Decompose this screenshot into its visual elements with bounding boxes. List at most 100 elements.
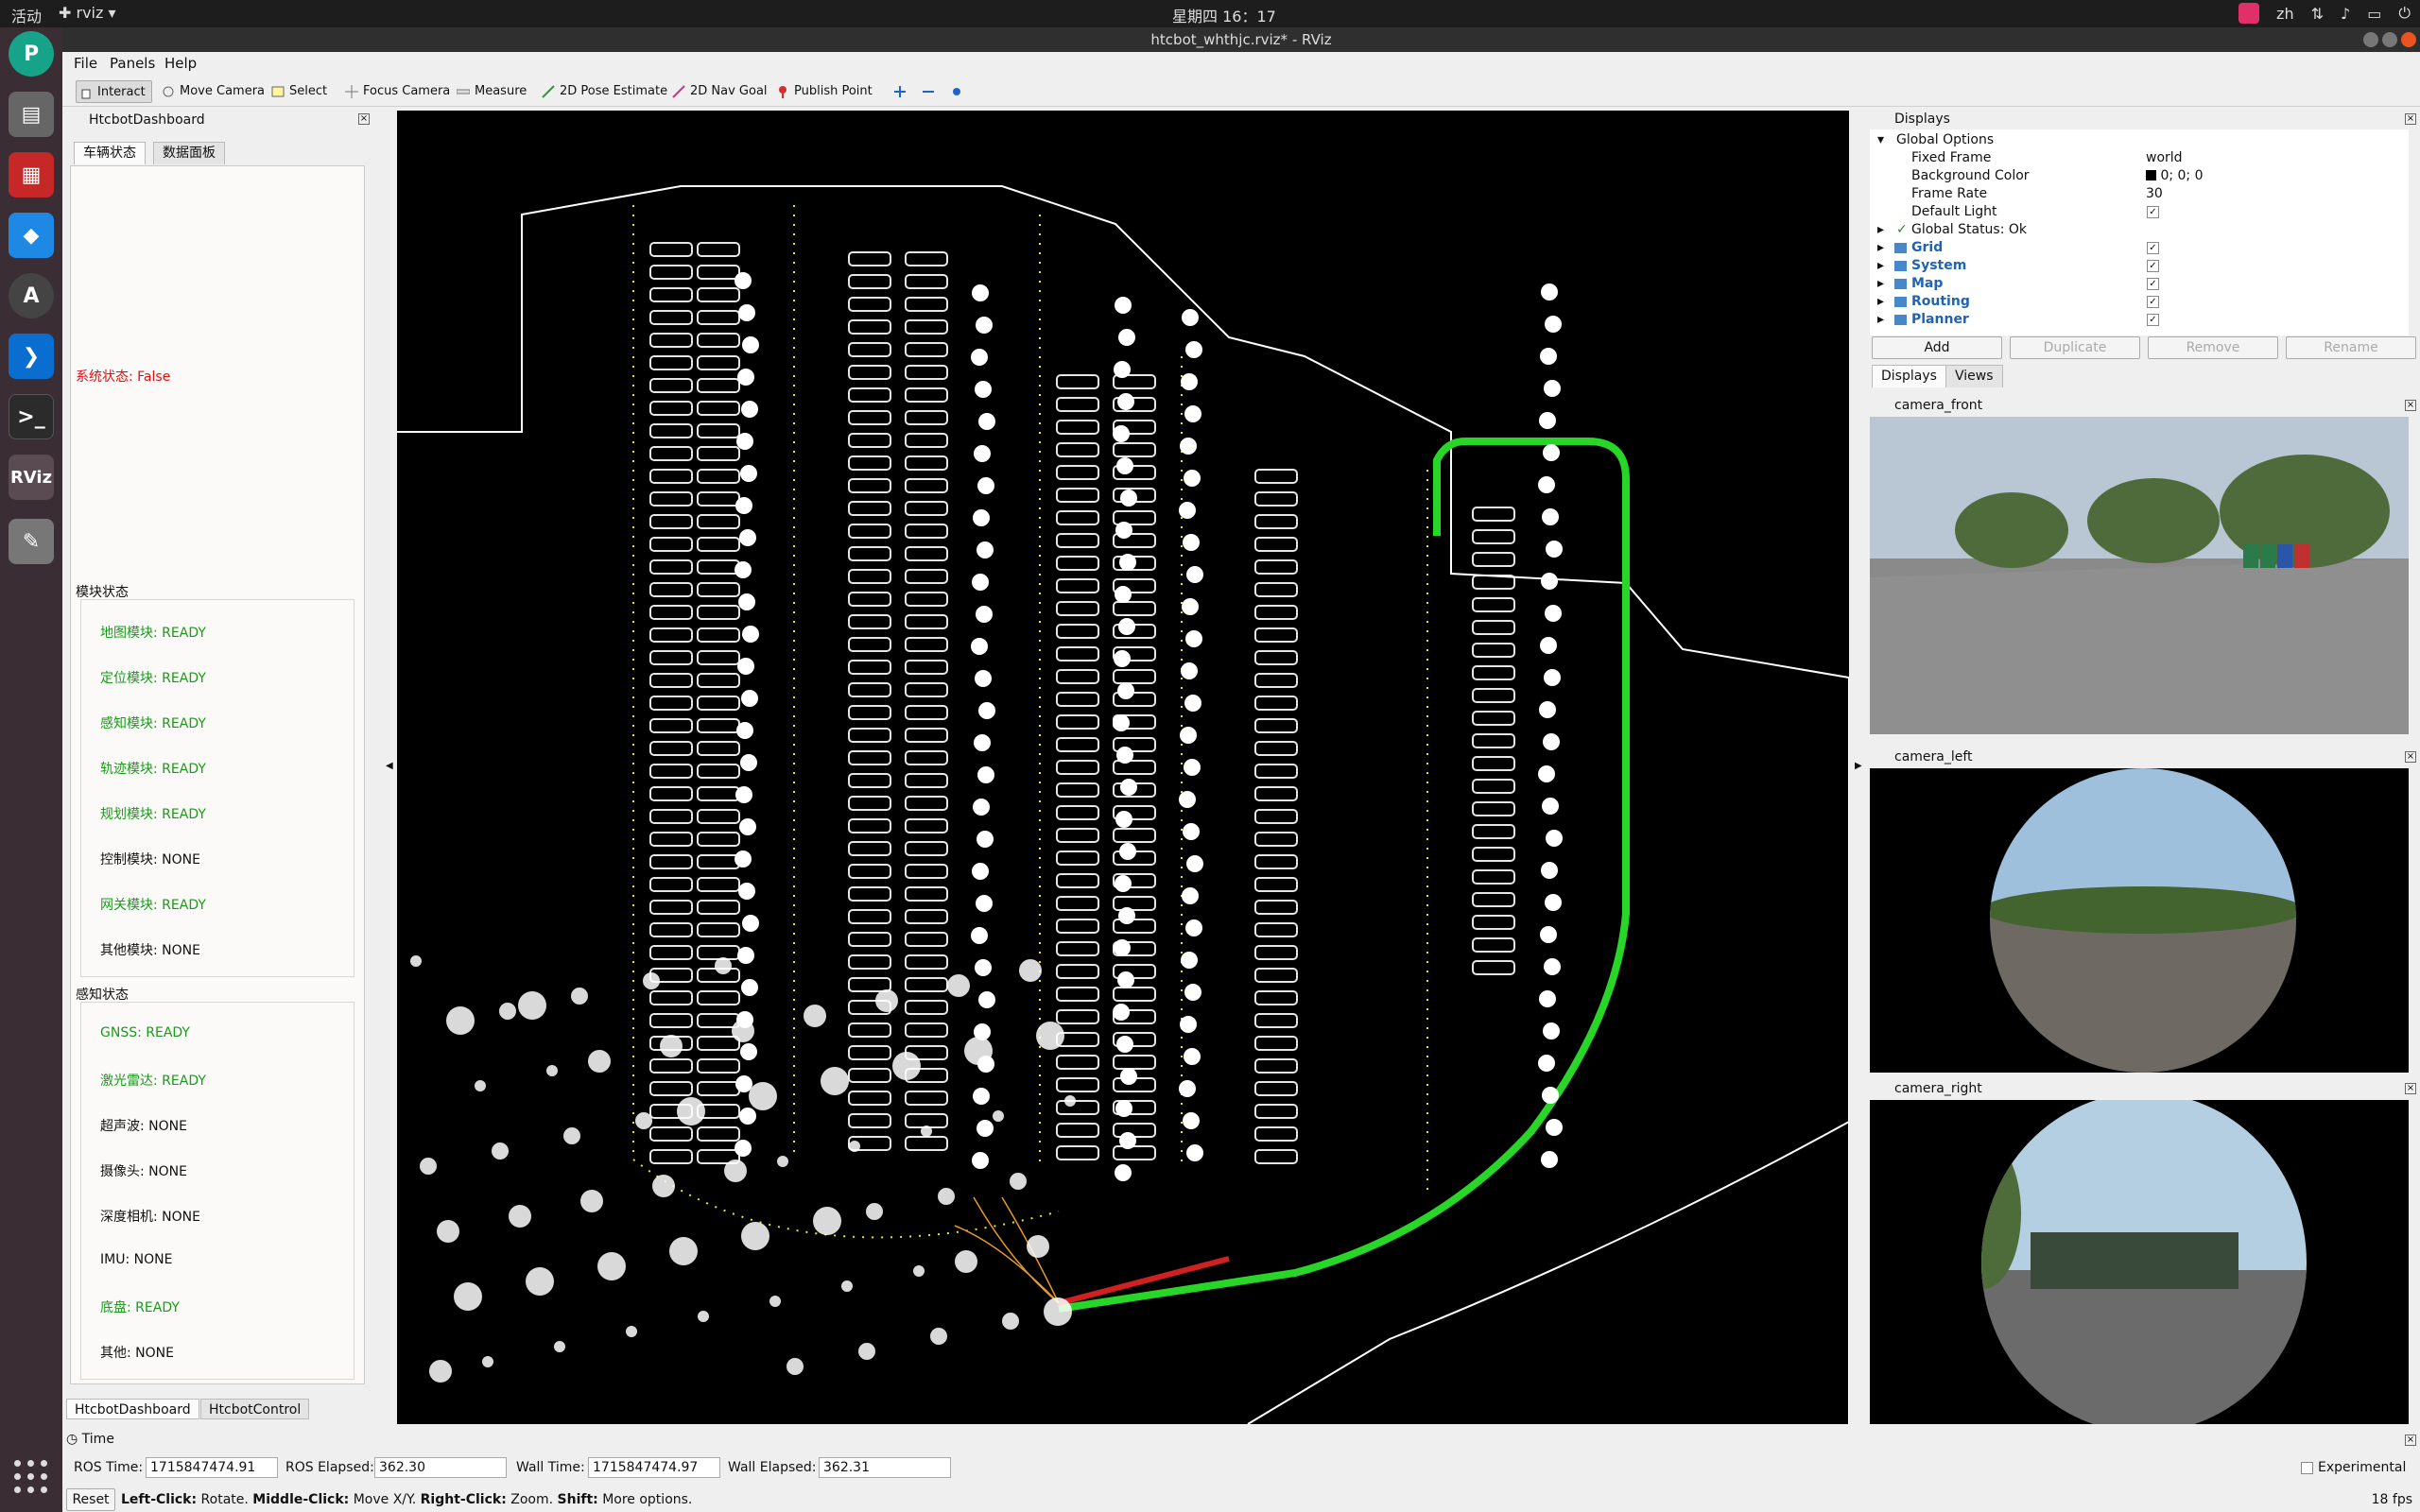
- measure-tool[interactable]: Measure: [454, 80, 532, 103]
- remove-tool-button[interactable]: [919, 80, 940, 103]
- ros-elapsed-field[interactable]: 362.30: [374, 1457, 507, 1478]
- global-status-row[interactable]: ▸ ✓ Global Status: Ok: [1870, 221, 2409, 239]
- rviz-dock-icon[interactable]: RViz: [9, 455, 54, 500]
- tree: [978, 991, 995, 1008]
- parked-car: [697, 741, 740, 756]
- panel-close-button[interactable]: ×: [358, 113, 370, 125]
- publish-point-tool[interactable]: Publish Point: [773, 80, 878, 103]
- tab-displays[interactable]: Displays: [1872, 365, 1946, 387]
- tree: [739, 529, 756, 546]
- vscode-icon[interactable]: ❯: [9, 334, 54, 379]
- power-icon[interactable]: ⏻: [2398, 4, 2411, 23]
- display-item-grid[interactable]: ▸ Grid ✓: [1870, 239, 2409, 257]
- wall-time-field[interactable]: 1715847474.97: [588, 1457, 720, 1478]
- camera-left-close-button[interactable]: ×: [2405, 751, 2416, 763]
- language-indicator[interactable]: zh: [2276, 5, 2294, 23]
- rename-display-button[interactable]: Rename: [2286, 336, 2416, 359]
- minimize-button[interactable]: [2363, 32, 2378, 47]
- module-group-title: 模块状态: [76, 585, 129, 600]
- maximize-button[interactable]: [2382, 32, 2397, 47]
- time-close-button[interactable]: ×: [2405, 1435, 2416, 1446]
- close-button[interactable]: [2401, 32, 2416, 47]
- pycharm-icon[interactable]: P: [9, 31, 54, 77]
- menu-panels[interactable]: Panels: [110, 55, 155, 72]
- tab-vehicle-status[interactable]: 车辆状态: [74, 142, 146, 164]
- display-item-map[interactable]: ▸ Map ✓: [1870, 275, 2409, 293]
- display-item-routing[interactable]: ▸ Routing ✓: [1870, 293, 2409, 311]
- tree: [973, 799, 990, 816]
- fixed-frame-value[interactable]: world: [2146, 149, 2183, 167]
- duplicate-display-button[interactable]: Duplicate: [2010, 336, 2140, 359]
- default-light-row[interactable]: Default Light ✓: [1870, 203, 2409, 221]
- app-menu[interactable]: ✚ rviz ▾: [59, 4, 116, 22]
- activities-button[interactable]: 活动: [11, 4, 42, 26]
- background-color-row[interactable]: Background Color 0; 0; 0: [1870, 167, 2409, 185]
- expand-arrow-icon[interactable]: ▾: [1877, 131, 1884, 149]
- clock[interactable]: 星期四 16：17: [1172, 4, 1276, 26]
- nav-goal-tool[interactable]: 2D Nav Goal: [669, 80, 773, 103]
- show-apps-icon[interactable]: [14, 1460, 48, 1494]
- display-item-checkbox[interactable]: ✓: [2147, 242, 2159, 254]
- select-tool[interactable]: Select: [268, 80, 333, 103]
- pose-estimate-label: 2D Pose Estimate: [560, 84, 668, 98]
- display-item-checkbox[interactable]: ✓: [2147, 278, 2159, 290]
- menu-help[interactable]: Help: [164, 55, 197, 72]
- remove-display-button[interactable]: Remove: [2148, 336, 2278, 359]
- volume-icon[interactable]: ♪: [2341, 5, 2350, 23]
- expand-arrow-icon[interactable]: ▸: [1877, 221, 1884, 239]
- text-editor-icon[interactable]: ✎: [9, 519, 54, 564]
- right-splitter[interactable]: ▶: [1849, 109, 1870, 1424]
- camera-front-close-button[interactable]: ×: [2405, 400, 2416, 411]
- render-viewport[interactable]: [397, 111, 1849, 1424]
- pose-estimate-tool[interactable]: 2D Pose Estimate: [539, 80, 673, 103]
- ros-time-field[interactable]: 1715847474.91: [146, 1457, 278, 1478]
- parked-car: [1056, 510, 1099, 525]
- software-updater-icon[interactable]: A: [9, 273, 54, 318]
- tree: [974, 445, 991, 462]
- input-method-icon[interactable]: [2238, 3, 2260, 24]
- camera-right-panel: camera_right ×: [1870, 1079, 2420, 1424]
- experimental-checkbox[interactable]: [2301, 1462, 2313, 1474]
- add-display-button[interactable]: Add: [1872, 336, 2002, 359]
- tree: [739, 1108, 756, 1125]
- menu-file[interactable]: File: [74, 55, 97, 72]
- system-monitor-icon[interactable]: ▦: [9, 152, 54, 198]
- tab-htcbot-control[interactable]: HtcbotControl: [200, 1399, 310, 1419]
- display-item-planner[interactable]: ▸ Planner ✓: [1870, 311, 2409, 329]
- files-icon[interactable]: ▤: [9, 92, 54, 137]
- default-light-checkbox[interactable]: ✓: [2147, 206, 2159, 218]
- tool-properties-button[interactable]: [947, 80, 968, 103]
- expand-arrow-icon[interactable]: ▸: [1877, 239, 1884, 257]
- display-item-checkbox[interactable]: ✓: [2147, 260, 2159, 272]
- background-color-value[interactable]: 0; 0; 0: [2146, 167, 2204, 185]
- expand-arrow-icon[interactable]: ▸: [1877, 293, 1884, 311]
- add-tool-button[interactable]: [890, 80, 911, 103]
- focus-camera-tool[interactable]: Focus Camera: [342, 80, 456, 103]
- move-camera-tool[interactable]: Move Camera: [159, 80, 270, 103]
- frame-rate-row[interactable]: Frame Rate 30: [1870, 185, 2409, 203]
- move-camera-icon: [163, 86, 174, 97]
- displays-close-button[interactable]: ×: [2405, 113, 2416, 125]
- global-options-row[interactable]: ▾ Global Options: [1870, 131, 2409, 149]
- frame-rate-value[interactable]: 30: [2146, 185, 2163, 203]
- network-icon[interactable]: ⇅: [2311, 5, 2324, 23]
- fixed-frame-row[interactable]: Fixed Frame world: [1870, 149, 2409, 167]
- expand-arrow-icon[interactable]: ▸: [1877, 311, 1884, 329]
- left-splitter[interactable]: ◀: [374, 109, 397, 1424]
- tab-data-panel[interactable]: 数据面板: [153, 142, 225, 164]
- interact-tool[interactable]: Interact: [76, 80, 152, 103]
- reset-button[interactable]: Reset: [66, 1488, 115, 1511]
- terminal-icon[interactable]: >_: [9, 394, 54, 439]
- display-item-system[interactable]: ▸ System ✓: [1870, 257, 2409, 275]
- display-item-checkbox[interactable]: ✓: [2147, 296, 2159, 308]
- messaging-icon[interactable]: ◆: [9, 213, 54, 258]
- expand-arrow-icon[interactable]: ▸: [1877, 275, 1884, 293]
- camera-right-close-button[interactable]: ×: [2405, 1083, 2416, 1094]
- tab-htcbot-dashboard[interactable]: HtcbotDashboard: [66, 1399, 199, 1419]
- parked-car: [1472, 801, 1515, 816]
- battery-icon[interactable]: ▭: [2367, 5, 2381, 23]
- tab-views[interactable]: Views: [1945, 365, 2003, 387]
- wall-elapsed-field[interactable]: 362.31: [819, 1457, 951, 1478]
- display-item-checkbox[interactable]: ✓: [2147, 314, 2159, 326]
- expand-arrow-icon[interactable]: ▸: [1877, 257, 1884, 275]
